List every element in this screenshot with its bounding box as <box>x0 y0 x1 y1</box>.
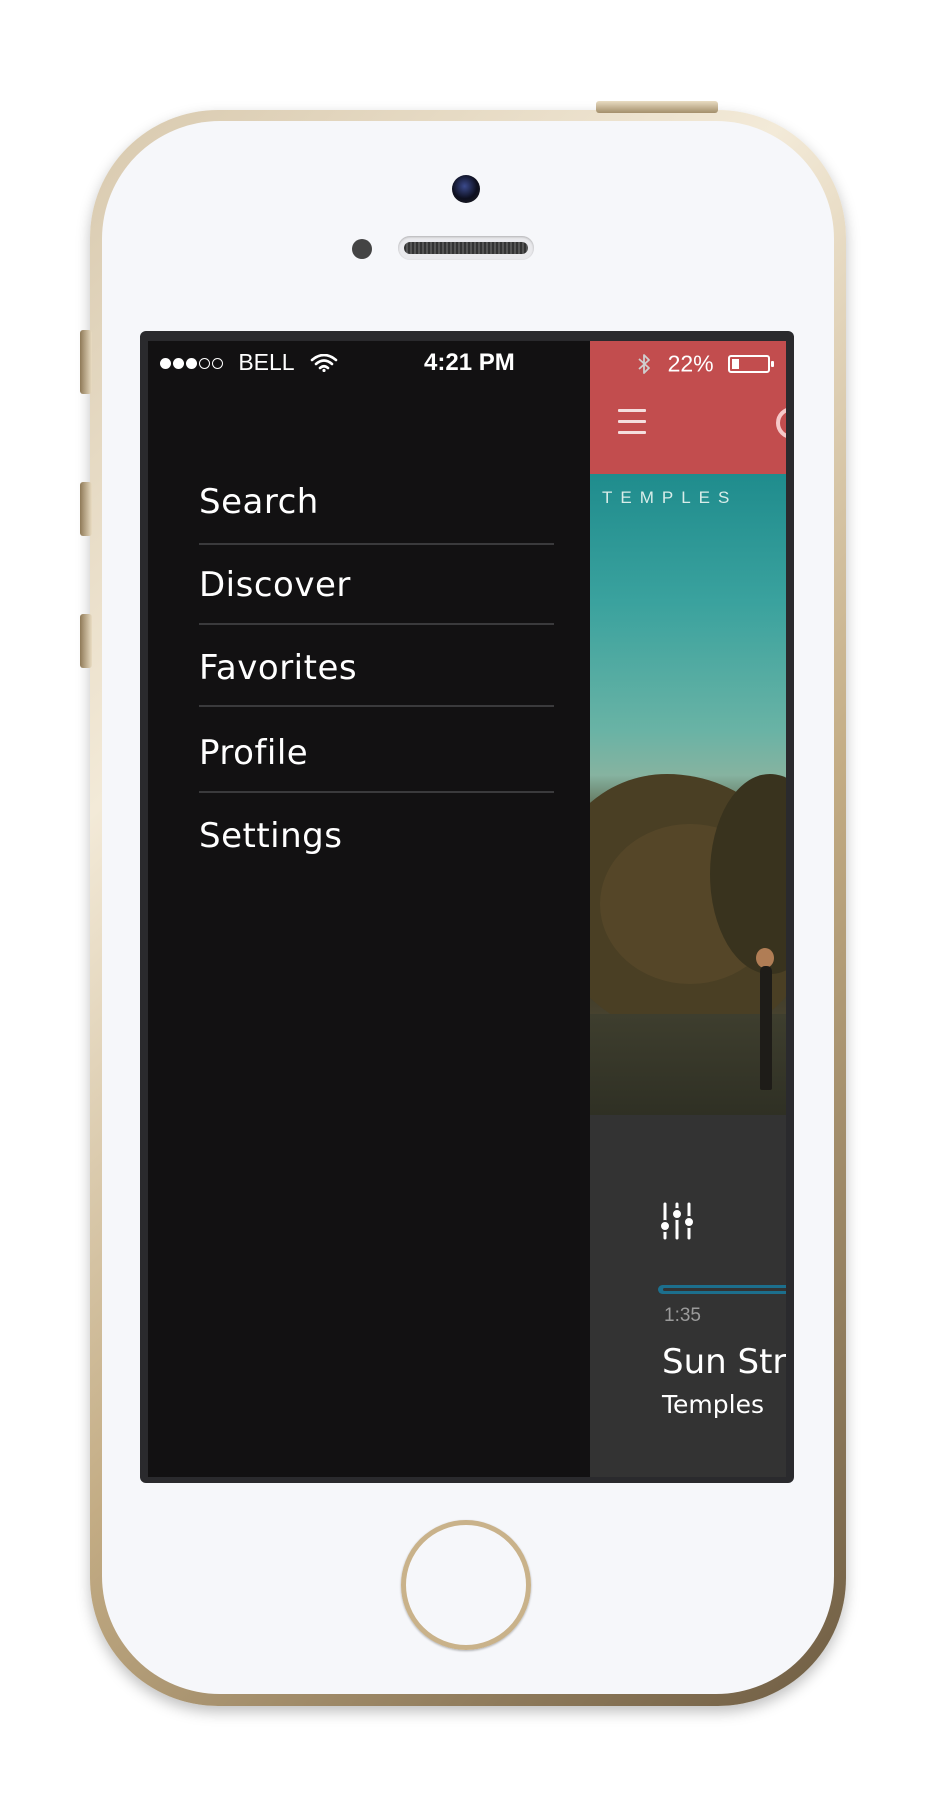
wifi-icon <box>310 353 338 372</box>
proximity-sensor <box>352 239 372 259</box>
status-left: BELL <box>160 349 338 376</box>
menu-list: Search Discover Favorites Profile Settin… <box>199 477 554 873</box>
power-button <box>596 101 718 113</box>
battery-icon <box>728 354 774 373</box>
logo-icon <box>776 407 786 439</box>
menu-item-search[interactable]: Search <box>199 477 554 545</box>
main-content-panel[interactable]: TEMPLES 1:35 Sun Str Temples <box>590 341 786 1477</box>
signal-dot <box>173 357 184 369</box>
album-cover-title: TEMPLES <box>602 488 738 507</box>
status-right: 22% <box>637 349 774 377</box>
battery-percentage: 22% <box>667 350 714 377</box>
album-cover: TEMPLES <box>590 474 786 1115</box>
home-button[interactable] <box>401 1520 531 1650</box>
track-title: Sun Str <box>662 1342 786 1382</box>
signal-dot <box>199 357 210 369</box>
carrier-name: BELL <box>238 349 295 375</box>
side-menu: Search Discover Favorites Profile Settin… <box>148 341 590 1477</box>
phone-screen: Search Discover Favorites Profile Settin… <box>140 331 794 1483</box>
volume-up-button <box>80 482 92 536</box>
mute-switch <box>80 330 92 394</box>
menu-item-settings[interactable]: Settings <box>199 793 554 873</box>
equalizer-icon[interactable] <box>660 1202 694 1240</box>
person-figure <box>760 966 772 1090</box>
menu-item-profile[interactable]: Profile <box>199 707 554 793</box>
bluetooth-icon <box>638 354 651 374</box>
menu-item-discover[interactable]: Discover <box>199 545 554 625</box>
player-controls: 1:35 Sun Str Temples <box>590 1115 786 1477</box>
field <box>590 1014 786 1115</box>
person-figure <box>756 948 774 968</box>
signal-dot <box>160 357 171 369</box>
signal-dot <box>212 357 223 369</box>
front-camera <box>452 175 480 203</box>
signal-dot <box>186 357 197 369</box>
menu-item-favorites[interactable]: Favorites <box>199 625 554 707</box>
earpiece-speaker <box>398 236 534 260</box>
playback-progress-bar[interactable] <box>658 1285 786 1294</box>
signal-strength-icon <box>160 350 225 376</box>
track-artist: Temples <box>662 1390 764 1419</box>
status-bar: BELL 4:21 PM 22% <box>148 341 786 385</box>
status-time: 4:21 PM <box>424 349 515 376</box>
volume-down-button <box>80 614 92 668</box>
hamburger-icon[interactable] <box>618 409 646 435</box>
elapsed-time: 1:35 <box>664 1305 701 1326</box>
